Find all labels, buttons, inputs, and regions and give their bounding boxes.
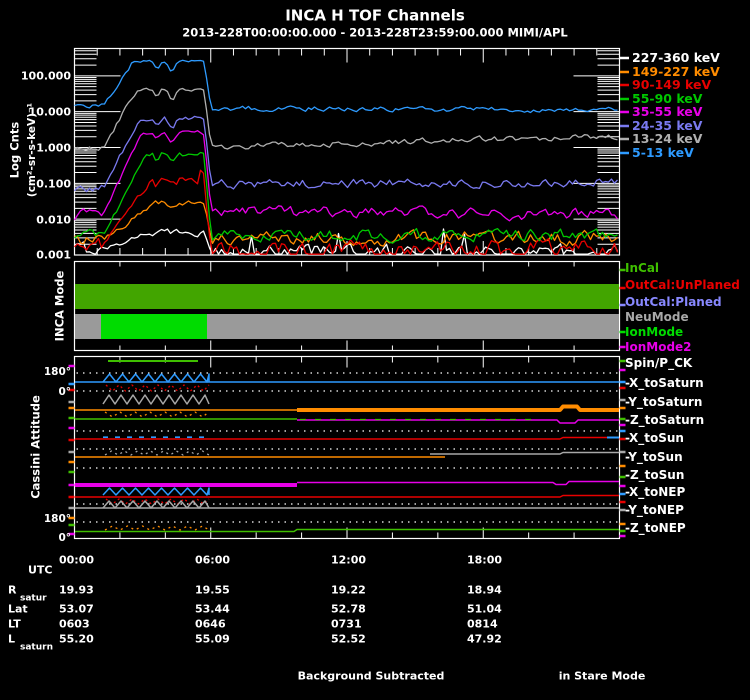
- attitude-legend-item-4: -X_toSun: [625, 431, 684, 445]
- table-cell-r3c1: 55.09: [195, 632, 230, 646]
- attitude-trace-X_toNEP: [75, 494, 619, 498]
- table-cell-r1c3: 51.04: [467, 602, 502, 616]
- attitude-ytick-1: 0°: [58, 385, 71, 398]
- spectra-legend-item-2: 90-149 keV: [632, 76, 712, 92]
- attitude-legend-item-9: -Z_toNEP: [625, 521, 686, 535]
- spectra-panel-frame: [73, 47, 621, 256]
- utc-row-label: UTC: [28, 563, 53, 577]
- table-cell-r1c1: 53.44: [195, 602, 230, 616]
- attitude-zigzag-Z_toSaturn: [104, 411, 210, 418]
- spectra-trace-24-35keV: [74, 115, 618, 193]
- spectra-trace-5-13keV: [74, 59, 618, 114]
- footer-background-subtracted: Background Subtracted: [297, 669, 445, 683]
- ytick-label-0: 100.000: [20, 69, 71, 83]
- mode-panel-label: INCA Mode: [52, 270, 67, 342]
- attitude-panel-frame: [73, 355, 621, 540]
- attitude-legend-item-7: -X_toNEP: [625, 485, 686, 499]
- attitude-trace-Y_toSun: [430, 451, 619, 455]
- attitude-legend-item-0: Spin/P_CK: [625, 356, 693, 370]
- ytick-label-5: 0.001: [36, 248, 71, 262]
- subtitle-timerange: 2013-228T00:00:00.000 - 2013-228T23:59:0…: [182, 25, 568, 40]
- mode-legend-item-0: InCal: [625, 261, 660, 275]
- table-row-sublabel-3: saturn: [20, 642, 53, 653]
- table-cell-r1c2: 52.78: [331, 602, 366, 616]
- attitude-zigzag-X_toNEP: [102, 487, 210, 496]
- table-cell-r3c2: 52.52: [331, 632, 366, 646]
- table-cell-r2c1: 0646: [195, 617, 226, 631]
- attitude-legend-item-5: -Y_toSun: [625, 450, 683, 464]
- mode-legend-item-3: NeuMode: [625, 310, 689, 324]
- xtick-label-1: 06:00: [195, 553, 231, 567]
- table-cell-r3c0: 55.20: [59, 632, 94, 646]
- attitude-legend-item-1: -X_toSaturn: [625, 376, 704, 390]
- attitude-panel-label: Cassini Attitude: [28, 395, 43, 499]
- xtick-label-3: 18:00: [467, 553, 503, 567]
- attitude-legend-item-2: -Y_toSaturn: [625, 395, 703, 409]
- ytick-label-1: 10.000: [28, 105, 71, 119]
- attitude-zigzag-X_toSaturn: [105, 384, 210, 392]
- ytick-label-2: 1.000: [36, 141, 71, 155]
- mode-legend-item-5: IonMode2: [625, 340, 692, 354]
- table-cell-r0c1: 19.55: [195, 583, 230, 597]
- table-row-label-0: R: [8, 583, 17, 597]
- spectra-trace-55-90keV: [74, 151, 618, 244]
- attitude-ytick-3: 0°: [58, 531, 71, 544]
- attitude-legend-item-6: -Z_toSun: [625, 468, 685, 482]
- table-cell-r1c0: 53.07: [59, 602, 94, 616]
- spectra-legend-item-4: 35-55 keV: [632, 103, 703, 119]
- mode-bar-0: [75, 284, 619, 309]
- ytick-label-4: 0.010: [36, 213, 71, 226]
- attitude-trace-Z_toSaturn: [297, 404, 619, 412]
- table-row-label-2: LT: [8, 617, 21, 631]
- table-row-label-1: Lat: [8, 602, 28, 616]
- table-cell-r2c0: 0603: [59, 617, 90, 631]
- spectra-legend-item-0: 227-360 keV: [632, 49, 720, 65]
- attitude-ytick-2: 180°: [43, 512, 71, 525]
- spectra-legend-item-6: 13-24 keV: [632, 130, 703, 146]
- spectra-legend-item-7: 5-13 keV: [632, 144, 694, 160]
- attitude-zigzag-Z_toNEP: [104, 525, 210, 531]
- attitude-trace-X_toSun: [75, 436, 619, 440]
- attitude-zigzag-X_toSaturn: [102, 373, 210, 383]
- attitude-legend-item-3: -Z_toSaturn: [625, 413, 705, 427]
- table-cell-r0c3: 18.94: [467, 583, 502, 597]
- mode-bar-2: [101, 314, 207, 339]
- spectra-trace-90-149keV: [74, 169, 619, 255]
- footer-stare-mode: in Stare Mode: [558, 669, 646, 683]
- table-cell-r0c0: 19.93: [59, 583, 94, 597]
- attitude-trace-Z_toSaturn: [297, 419, 619, 424]
- attitude-zigzag-Y_toSaturn: [102, 394, 210, 405]
- table-cell-r2c2: 0731: [331, 617, 362, 631]
- table-cell-r2c3: 0814: [467, 617, 498, 631]
- attitude-legend-item-8: -Y_toNEP: [625, 503, 684, 517]
- ytick-label-3: 0.100: [36, 177, 71, 191]
- spectra-trace-13-24keV: [74, 87, 618, 151]
- mode-legend-item-1: OutCal:UnPlaned: [625, 278, 740, 292]
- attitude-ytick-0: 180°: [43, 365, 71, 378]
- y-axis-title: Log Cnts: [7, 121, 22, 179]
- table-row-label-3: L: [8, 632, 16, 646]
- attitude-zigzag-Y_toSun: [104, 450, 210, 456]
- table-cell-r0c2: 19.22: [331, 583, 366, 597]
- attitude-trace-Z_toSun: [297, 480, 619, 486]
- xtick-label-2: 12:00: [331, 553, 367, 567]
- page-title: INCA H TOF Channels: [285, 6, 465, 25]
- inca-tof-chart: INCA H TOF Channels 2013-228T00:00:00.00…: [0, 0, 750, 700]
- mode-legend-item-4: IonMode: [625, 325, 684, 339]
- xtick-label-0: 00:00: [59, 553, 95, 567]
- table-cell-r3c3: 47.92: [467, 632, 502, 646]
- mode-legend-item-2: OutCal:Planed: [625, 295, 722, 309]
